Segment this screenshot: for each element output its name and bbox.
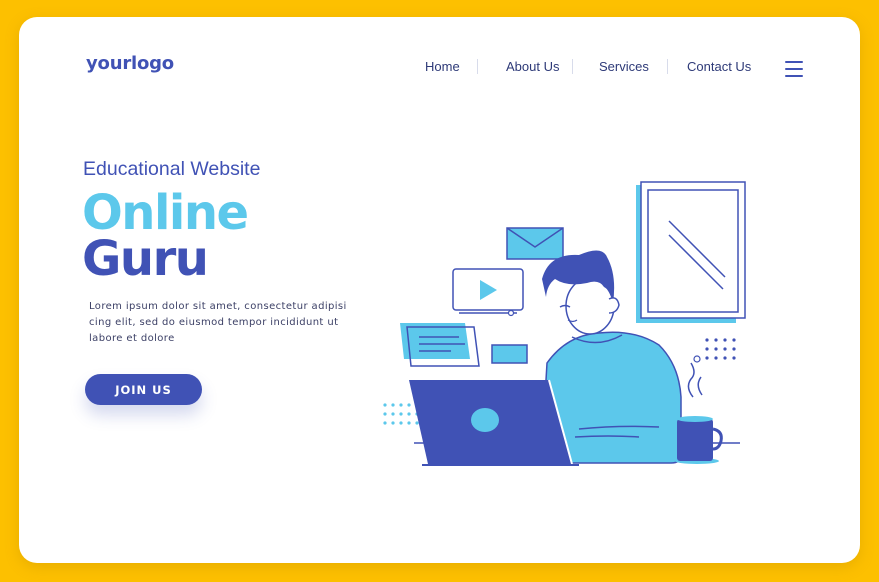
dots-decoration [705,338,736,360]
chat-window-icon [400,323,528,367]
landing-card: yourlogo Home About Us Services Contact … [19,17,860,563]
window-icon [636,181,746,323]
coffee-mug-icon [675,355,723,464]
dots-decoration [383,403,419,425]
video-player-icon [452,268,524,317]
mail-icon [506,227,564,260]
laptop-icon [409,379,579,466]
hero-illustration [383,181,746,466]
